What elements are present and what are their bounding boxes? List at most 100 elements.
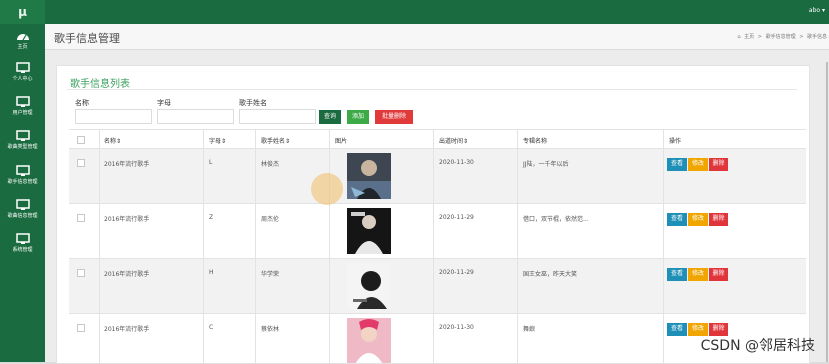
row-checkbox[interactable] xyxy=(77,324,85,332)
name-filter-input[interactable] xyxy=(75,109,152,124)
cell-debut: 2020-11-30 xyxy=(439,159,474,166)
sidebar-item-system[interactable]: 系统管理 xyxy=(0,233,45,254)
edit-button[interactable]: 修改 xyxy=(688,268,708,281)
cell-name: 2016年流行歌手 xyxy=(104,161,150,168)
column-divider xyxy=(329,129,330,363)
sidebar-item-label: 歌曲信息管理 xyxy=(7,213,38,219)
card-title: 歌手信息列表 xyxy=(70,79,130,90)
sidebar-item-label: 用户管理 xyxy=(12,110,33,116)
delete-button[interactable]: 删除 xyxy=(709,268,728,281)
view-button[interactable]: 查看 xyxy=(667,158,687,171)
view-button[interactable]: 查看 xyxy=(667,268,687,281)
column-header-image: 图片 xyxy=(335,138,348,145)
monitor-icon xyxy=(15,96,30,107)
cell-singer: 林俊杰 xyxy=(261,161,280,168)
delete-button[interactable]: 删除 xyxy=(709,158,728,171)
edit-button[interactable]: 修改 xyxy=(688,158,708,171)
sidebar-item-song-types[interactable]: 歌曲类型管理 xyxy=(0,130,45,151)
cursor-highlight xyxy=(311,173,343,205)
row-checkbox[interactable] xyxy=(77,159,85,167)
cell-singer: 周杰伦 xyxy=(261,216,280,223)
batch-delete-button[interactable]: 批量删除 xyxy=(375,110,413,124)
breadcrumb: ⌂ 主页 > 歌手信息管理 > 歌手信息 xyxy=(735,33,827,40)
scrollbar[interactable] xyxy=(826,62,828,362)
add-button[interactable]: 添加 xyxy=(347,110,369,124)
name-filter-label: 名称 xyxy=(75,99,89,107)
sidebar-item-profile[interactable]: 个人中心 xyxy=(0,62,45,83)
column-divider xyxy=(517,129,518,363)
column-divider xyxy=(433,129,434,363)
singer-filter-input[interactable] xyxy=(239,109,316,124)
select-all-checkbox[interactable] xyxy=(77,136,85,144)
cell-album: JJ陆，一千年以后 xyxy=(523,161,569,168)
view-button[interactable]: 查看 xyxy=(667,323,687,336)
delete-button[interactable]: 删除 xyxy=(709,213,728,226)
cell-name: 2016年流行歌手 xyxy=(104,216,150,223)
table-row: 2016年流行歌手 Z 周杰伦 2020-11-29 借口，双节棍，依然范...… xyxy=(69,204,806,259)
letter-filter-input[interactable] xyxy=(157,109,234,124)
cell-letter: C xyxy=(209,324,214,331)
cell-name: 2016年流行歌手 xyxy=(104,326,150,333)
cell-letter: H xyxy=(209,269,214,276)
letter-filter-label: 字母 xyxy=(157,99,171,107)
monitor-icon xyxy=(15,130,30,141)
cell-name: 2016年流行歌手 xyxy=(104,271,150,278)
cell-debut: 2020-11-30 xyxy=(439,324,474,331)
page-header: 歌手信息管理 ⌂ 主页 > 歌手信息管理 > 歌手信息 xyxy=(45,24,829,50)
singer-filter-label: 歌手姓名 xyxy=(239,99,267,107)
breadcrumb-current: 歌手信息 xyxy=(806,34,827,40)
sidebar-item-songs[interactable]: 歌曲信息管理 xyxy=(0,199,45,220)
table-row: 2016年流行歌手 L 林俊杰 2020-11-30 JJ陆，一千年以后 查看 … xyxy=(69,149,806,204)
dashboard-icon xyxy=(16,34,29,41)
column-divider xyxy=(255,129,256,363)
cell-album: 舞娘 xyxy=(523,326,536,333)
view-button[interactable]: 查看 xyxy=(667,213,687,226)
singer-photo xyxy=(347,263,391,309)
table-row: 2016年流行歌手 H 华学荣 2020-11-29 国王女巫，昨天大笑 查看 … xyxy=(69,259,806,314)
breadcrumb-home[interactable]: 主页 xyxy=(744,34,754,40)
column-header-name[interactable]: 名称⇕ xyxy=(104,136,121,145)
sidebar: 主页 个人中心 用户管理 歌曲类型管理 歌手信息管理 歌曲信息管理 系统管理 xyxy=(0,24,45,362)
table-row: 2016年流行歌手 C 蔡依林 2020-11-30 舞娘 查看 修改 删除 xyxy=(69,314,806,363)
cell-album: 国王女巫，昨天大笑 xyxy=(523,271,578,278)
query-button[interactable]: 查询 xyxy=(319,110,341,124)
breadcrumb-sep: > xyxy=(757,34,762,40)
sidebar-item-label: 系统管理 xyxy=(12,247,33,253)
cell-singer: 华学荣 xyxy=(261,271,280,278)
row-checkbox[interactable] xyxy=(77,214,85,222)
column-divider xyxy=(99,129,100,363)
monitor-icon xyxy=(15,165,30,176)
home-icon: ⌂ xyxy=(737,34,741,40)
sidebar-item-label: 歌曲类型管理 xyxy=(7,144,38,150)
column-header-debut[interactable]: 出道时间⇕ xyxy=(439,136,468,145)
sidebar-item-singers[interactable]: 歌手信息管理 xyxy=(0,165,45,186)
monitor-icon xyxy=(15,199,30,210)
page-title: 歌手信息管理 xyxy=(54,32,120,45)
singer-photo xyxy=(347,208,391,254)
column-header-singer[interactable]: 歌手姓名⇕ xyxy=(261,136,290,145)
sidebar-item-label: 个人中心 xyxy=(12,76,33,82)
cell-letter: L xyxy=(209,159,213,166)
breadcrumb-section[interactable]: 歌手信息管理 xyxy=(766,34,796,40)
monitor-icon xyxy=(15,62,30,73)
sidebar-item-label: 歌手信息管理 xyxy=(7,179,38,185)
singer-photo xyxy=(347,153,391,199)
column-divider xyxy=(663,129,664,363)
sidebar-item-users[interactable]: 用户管理 xyxy=(0,96,45,117)
divider xyxy=(67,89,797,90)
cell-debut: 2020-11-29 xyxy=(439,269,474,276)
singer-list-card: 歌手信息列表 名称 字母 歌手姓名 查询 添加 批量删除 名称⇕ 字母⇕ 歌手姓… xyxy=(56,65,810,364)
user-menu[interactable]: abo ▾ xyxy=(809,7,825,14)
row-checkbox[interactable] xyxy=(77,269,85,277)
sidebar-item-home[interactable]: 主页 xyxy=(0,30,45,51)
singer-photo xyxy=(347,318,391,363)
edit-button[interactable]: 修改 xyxy=(688,213,708,226)
table-header: 名称⇕ 字母⇕ 歌手姓名⇕ 图片 出道时间⇕ 专辑名称 操作 xyxy=(69,129,806,149)
app-logo: μ xyxy=(0,0,45,24)
top-bar: μ abo ▾ xyxy=(0,0,829,24)
main-content: 歌手信息管理 ⌂ 主页 > 歌手信息管理 > 歌手信息 歌手信息列表 名称 字母… xyxy=(45,24,829,364)
column-header-actions: 操作 xyxy=(669,138,682,145)
column-header-letter[interactable]: 字母⇕ xyxy=(209,136,226,145)
column-header-album: 专辑名称 xyxy=(523,138,548,145)
breadcrumb-sep: > xyxy=(799,34,804,40)
